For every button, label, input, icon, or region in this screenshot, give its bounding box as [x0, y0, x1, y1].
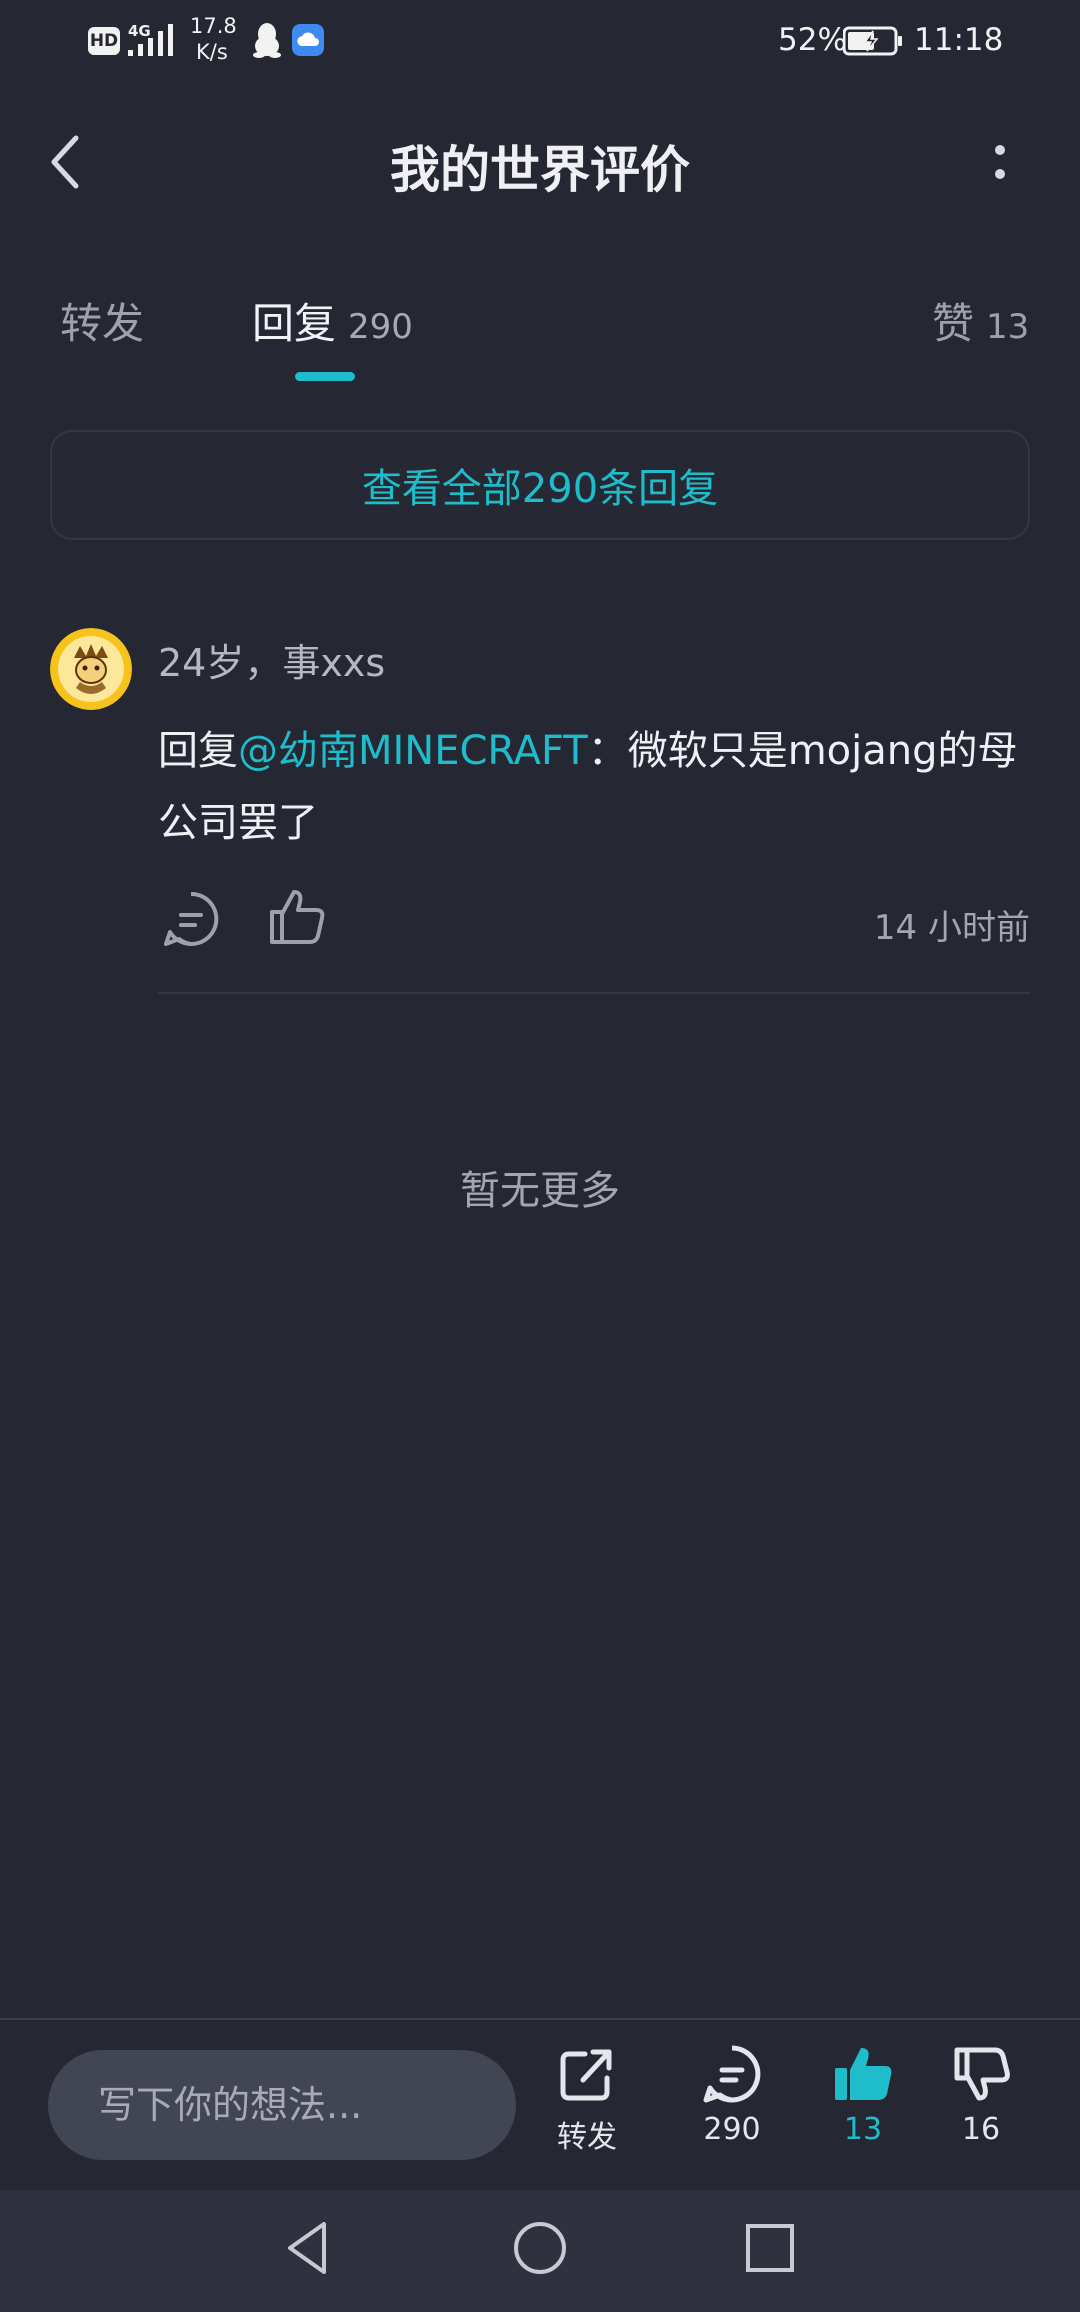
thumbs-down-icon	[954, 2047, 1010, 2101]
tab-reply-label: 回复	[252, 299, 337, 348]
avatar[interactable]	[50, 628, 132, 710]
comment-bubble-icon	[703, 2045, 761, 2103]
like-button[interactable]: 13	[803, 2042, 923, 2147]
share-button[interactable]: 转发	[527, 2042, 647, 2156]
signal-icon	[128, 24, 173, 56]
comment-timestamp: 14 小时前	[873, 908, 1030, 948]
comment-reply-button[interactable]	[160, 888, 222, 950]
dislike-count: 16	[961, 2112, 1001, 2147]
nav-home-button[interactable]	[510, 2218, 570, 2278]
view-all-replies-label: 查看全部290条回复	[361, 466, 719, 512]
hd-badge: HD	[88, 27, 120, 55]
thumbs-up-filled-icon	[835, 2048, 892, 2100]
comment-bubble-icon	[164, 891, 219, 946]
share-label: 转发	[557, 2120, 617, 2155]
clock: 11:18	[914, 22, 1004, 58]
tab-forward-label: 转发	[60, 299, 145, 348]
tab-like[interactable]: 赞 13	[932, 290, 1029, 351]
more-button[interactable]	[980, 122, 1020, 202]
square-recents-icon	[746, 2224, 794, 2272]
comment-count-button[interactable]: 290	[672, 2042, 792, 2147]
no-more-text: 暂无更多	[460, 1168, 620, 1214]
bottom-action-bar: 转发 290 13 16	[0, 2018, 1080, 2190]
tab-like-count: 13	[986, 307, 1030, 347]
tab-like-label: 赞	[932, 299, 975, 348]
battery-percent: 52%	[778, 22, 847, 58]
tab-forward[interactable]: 转发	[60, 290, 144, 351]
qq-penguin-icon	[253, 23, 281, 58]
system-navigation-bar	[0, 2190, 1080, 2312]
network-speed-unit: K/s	[196, 40, 228, 64]
tab-reply-count: 290	[348, 307, 413, 347]
view-all-replies-button[interactable]: 查看全部290条回复	[50, 430, 1030, 540]
page-title: 我的世界评价	[390, 141, 690, 199]
more-vertical-icon	[995, 145, 1005, 179]
active-tab-indicator	[295, 372, 355, 381]
comment-text: 回复@幼南MINECRAFT：微软只是mojang的母公司罢了	[158, 715, 1018, 859]
nav-recents-button[interactable]	[740, 2218, 800, 2278]
network-speed-value: 17.8	[190, 14, 237, 38]
reply-prefix: 回复	[158, 728, 238, 774]
comment-like-button[interactable]	[266, 886, 328, 948]
app-header: 我的世界评价	[0, 100, 1080, 230]
thumbs-up-icon	[270, 890, 325, 944]
mention-link[interactable]: @幼南MINECRAFT	[238, 728, 588, 774]
comment-count: 290	[703, 2112, 761, 2147]
cloud-app-icon	[292, 24, 324, 56]
divider	[158, 992, 1030, 994]
dislike-button[interactable]: 16	[921, 2042, 1041, 2147]
status-bar: HD 4G 17.8 K/s 52% 11:18	[0, 0, 1080, 80]
tab-reply[interactable]: 回复 290	[252, 290, 413, 351]
comment-username[interactable]: 24岁，事xxs	[158, 632, 385, 687]
battery-charging-icon	[843, 26, 902, 56]
share-icon	[560, 2049, 612, 2101]
reply-input[interactable]	[48, 2050, 516, 2160]
triangle-back-icon	[288, 2222, 326, 2274]
like-count: 13	[843, 2112, 883, 2147]
nav-back-button[interactable]	[280, 2218, 340, 2278]
circle-home-icon	[514, 2222, 566, 2274]
